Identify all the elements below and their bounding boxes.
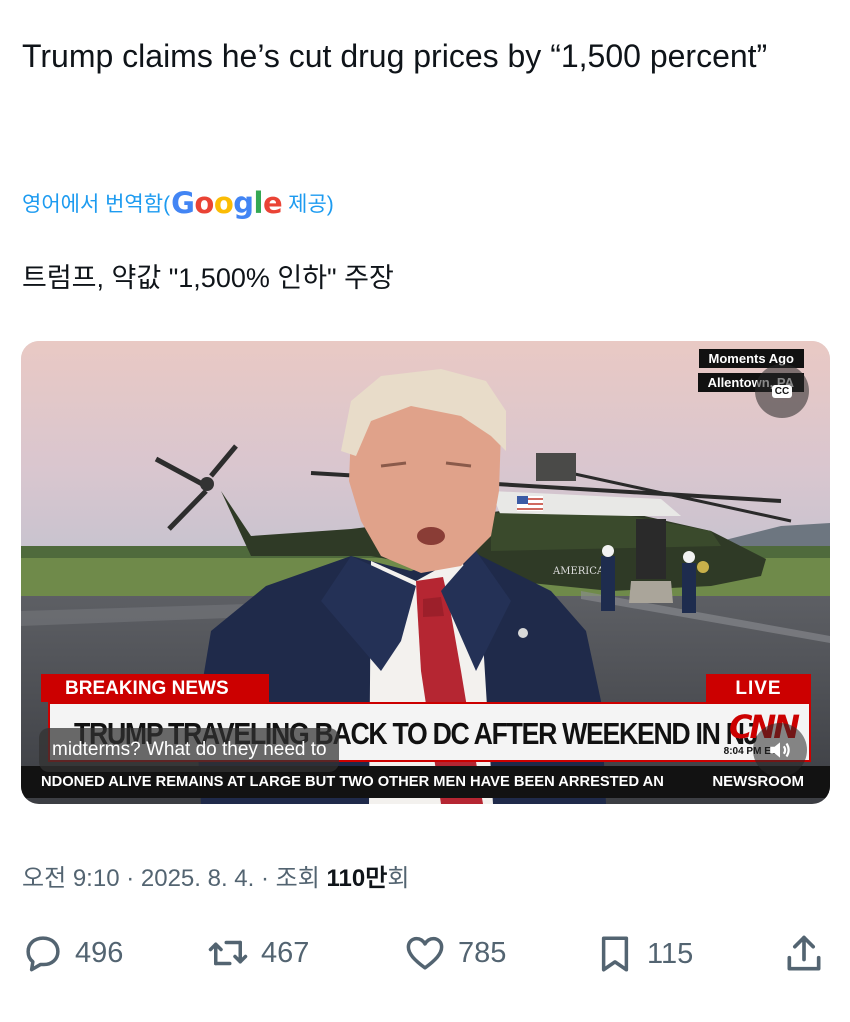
- live-label: LIVE: [706, 674, 811, 702]
- tweet-text: Trump claims he’s cut drug prices by “1,…: [22, 38, 768, 74]
- ticker-tag: NEWSROOM: [706, 773, 804, 790]
- views-label: 조회: [275, 865, 320, 892]
- share-button[interactable]: [782, 932, 826, 976]
- video-caption: midterms? What do they need to: [39, 728, 339, 772]
- closed-captions-icon: CC: [771, 384, 793, 398]
- tweet-metadata: 오전 9:10 · 2025. 8. 4. · 조회 110만회: [22, 858, 409, 893]
- reply-count: 496: [75, 936, 124, 969]
- translation-attribution[interactable]: 영어에서 번역함( Google 제공): [22, 186, 334, 220]
- reply-icon: [26, 936, 60, 972]
- like-icon: [406, 936, 444, 970]
- meta-separator: ·: [261, 865, 276, 892]
- views-count: 110만: [326, 865, 388, 892]
- like-count: 785: [458, 936, 507, 969]
- volume-button[interactable]: [753, 723, 807, 777]
- translated-text: 트럼프, 약값 "1,500% 인하" 주장: [22, 263, 394, 293]
- translation-suffix: 제공): [288, 193, 334, 216]
- helicopter-lettering: AMERICA: [552, 566, 605, 577]
- video-player[interactable]: AMERICA Moments Ago Allentown, PA CC BRE…: [21, 341, 830, 804]
- share-icon: [787, 935, 821, 971]
- tweet-actions: 496 467 785 115: [0, 926, 850, 982]
- repost-button[interactable]: 467: [206, 932, 309, 974]
- tweet-date: 2025. 8. 4.: [140, 865, 255, 892]
- bookmark-icon: [601, 936, 629, 972]
- views-suffix: 회: [387, 865, 410, 892]
- breaking-news-label: BREAKING NEWS: [41, 674, 269, 702]
- repost-count: 467: [261, 936, 310, 969]
- google-logo: Google: [171, 186, 283, 220]
- bookmark-count: 115: [647, 937, 694, 970]
- repost-icon: [208, 940, 248, 966]
- ticker-text: NDONED ALIVE REMAINS AT LARGE BUT TWO OT…: [41, 773, 664, 790]
- tweet-time: 오전 9:10: [22, 865, 120, 892]
- translation-prefix: 영어에서 번역함(: [22, 193, 171, 216]
- volume-icon: [770, 742, 790, 758]
- meta-separator: ·: [126, 865, 141, 892]
- like-button[interactable]: 785: [403, 932, 506, 974]
- bookmark-button[interactable]: 115: [594, 932, 693, 976]
- reply-button[interactable]: 496: [22, 932, 123, 974]
- closed-captions-button[interactable]: CC: [755, 364, 809, 418]
